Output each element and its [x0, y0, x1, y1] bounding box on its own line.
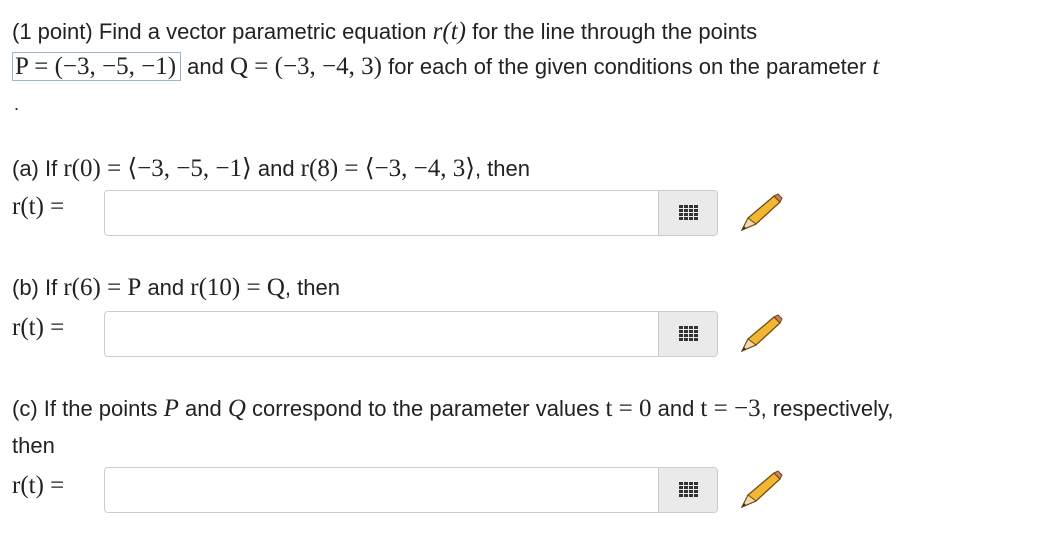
stray-dot: .: [14, 94, 20, 114]
part-c-point-q: Q: [227, 395, 246, 422]
intro-tail: for each of the given conditions on the …: [381, 54, 873, 79]
intro-prefix: (1 point) Find a vector parametric equat…: [12, 19, 433, 44]
part-a-cond-2: r(8) = ⟨−3, −4, 3⟩: [300, 155, 475, 182]
part-c-t-value-2: t = −3: [700, 395, 761, 422]
part-b-answer-box[interactable]: [104, 311, 718, 357]
pencil-icon[interactable]: [738, 469, 784, 511]
part-a-input[interactable]: [105, 191, 659, 235]
part-b-and: and: [141, 275, 191, 300]
part-a-palette-button[interactable]: [658, 191, 717, 235]
grid-icon: [679, 205, 698, 220]
point-q: Q = (−3, −4, 3): [229, 53, 382, 80]
part-b-label: r(t) =: [12, 314, 65, 341]
pencil-icon[interactable]: [738, 192, 784, 234]
part-a-answer-box[interactable]: [104, 190, 718, 236]
part-b-cond-2: r(10) = Q: [190, 274, 285, 301]
pencil-icon[interactable]: [738, 313, 784, 355]
grid-icon: [679, 482, 698, 497]
part-b-suffix: , then: [284, 275, 340, 300]
part-c-answer-box[interactable]: [104, 467, 718, 513]
part-c-and: and: [178, 396, 228, 421]
part-c-t-value-1: t = 0: [605, 395, 652, 422]
part-a-prefix: (a) If: [12, 156, 64, 181]
part-a-label: r(t) =: [12, 193, 65, 220]
grid-icon: [679, 326, 698, 341]
part-a-cond-1: r(0) = ⟨−3, −5, −1⟩: [63, 155, 252, 182]
part-c-palette-button[interactable]: [658, 468, 717, 512]
part-c-label: r(t) =: [12, 472, 65, 499]
part-a-suffix: , then: [474, 156, 530, 181]
part-c-question: (c) If the points P and Q correspond to …: [12, 395, 893, 423]
part-b-input[interactable]: [105, 312, 659, 356]
intro-r-t: r(t): [432, 18, 466, 45]
problem-line-2: P = (−3, −5, −1) and Q = (−3, −4, 3) for…: [12, 49, 879, 84]
intro-param-t: t: [872, 53, 880, 80]
part-b-cond-1: r(6) = P: [63, 274, 142, 301]
part-c-prefix: (c) If the points: [12, 396, 164, 421]
part-a-and: and: [251, 156, 301, 181]
part-c-input[interactable]: [105, 468, 659, 512]
part-c-and-2: and: [651, 396, 701, 421]
part-c-suffix: , respectively,: [760, 396, 894, 421]
intro-and: and: [181, 54, 230, 79]
part-c-point-p: P: [163, 395, 179, 422]
problem-statement: (1 point) Find a vector parametric equat…: [12, 14, 879, 84]
problem-line-1: (1 point) Find a vector parametric equat…: [12, 14, 879, 49]
part-b-question: (b) If r(6) = P and r(10) = Q, then: [12, 274, 340, 302]
part-a-question: (a) If r(0) = ⟨−3, −5, −1⟩ and r(8) = ⟨−…: [12, 153, 530, 183]
part-b-palette-button[interactable]: [658, 312, 717, 356]
intro-suffix: for the line through the points: [465, 19, 758, 44]
part-b-prefix: (b) If: [12, 275, 64, 300]
part-c-mid: correspond to the parameter values: [245, 396, 606, 421]
point-p: P = (−3, −5, −1): [12, 52, 182, 81]
part-c-then: then: [12, 433, 55, 458]
